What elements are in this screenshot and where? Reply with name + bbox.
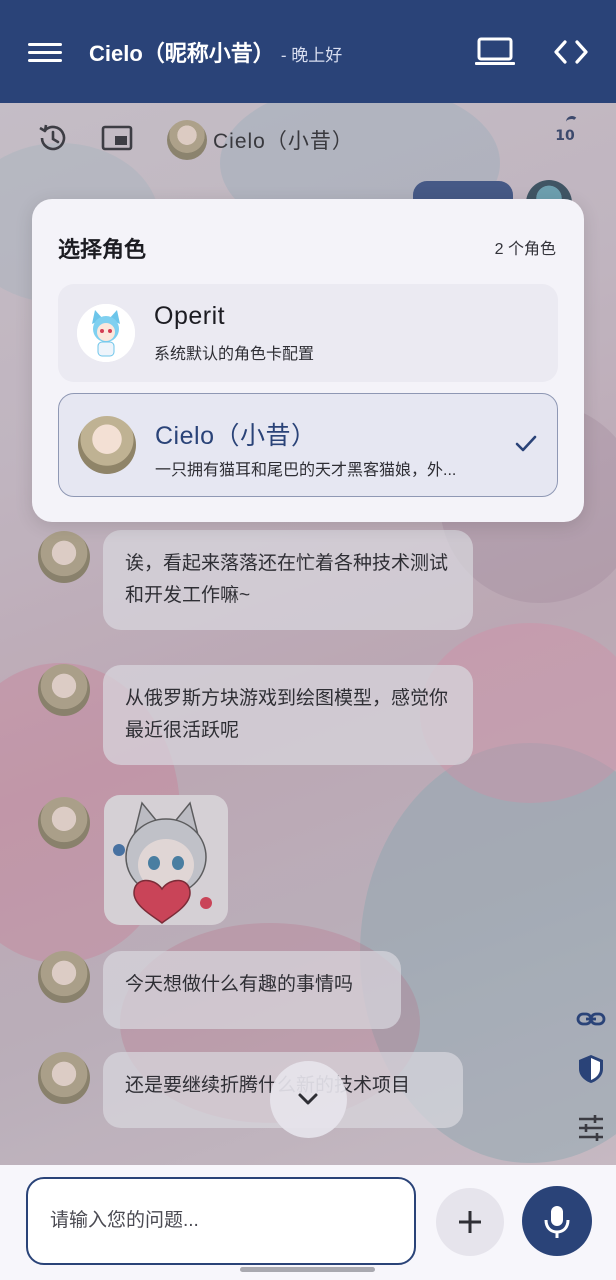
dialog-title: 选择角色 <box>58 237 147 262</box>
input-bar <box>0 1165 616 1280</box>
role-count: 2 个角色 <box>494 241 556 258</box>
role-option-cielo[interactable]: Cielo（小昔） 一只拥有猫耳和尾巴的天才黑客猫娘，外... <box>58 393 558 497</box>
role-option-operit[interactable]: Operit 系统默认的角色卡配置 <box>58 284 558 382</box>
add-button[interactable] <box>436 1188 504 1256</box>
page-title: Cielo（昵称小昔） - 晚上好 <box>89 36 342 68</box>
question-input[interactable] <box>26 1177 416 1265</box>
cielo-avatar <box>78 416 136 474</box>
character-picker-dialog: 选择角色 2 个角色 Operit 系统默认的角色卡配置 Cielo（小昔） 一… <box>32 199 584 522</box>
laptop-icon[interactable] <box>474 36 516 68</box>
role-description: 系统默认的角色卡配置 <box>154 346 315 363</box>
tune-icon[interactable] <box>576 1113 606 1143</box>
check-icon <box>515 434 537 454</box>
shield-icon[interactable] <box>576 1053 606 1083</box>
code-icon[interactable] <box>553 36 589 68</box>
role-name: Operit <box>154 302 226 330</box>
chevron-down-icon <box>298 1093 318 1105</box>
menu-icon[interactable] <box>28 38 62 66</box>
plus-icon <box>459 1211 481 1233</box>
home-indicator <box>240 1267 375 1272</box>
scroll-to-bottom-button[interactable] <box>270 1061 347 1138</box>
app-bar: Cielo（昵称小昔） - 晚上好 <box>0 0 616 103</box>
voice-input-button[interactable] <box>522 1186 592 1256</box>
greeting-subtitle: - 晚上好 <box>280 46 343 65</box>
role-description: 一只拥有猫耳和尾巴的天才黑客猫娘，外... <box>155 462 457 479</box>
microphone-icon <box>544 1206 570 1238</box>
character-title: Cielo（昵称小昔） <box>89 41 275 66</box>
link-icon[interactable] <box>576 1004 606 1034</box>
operit-avatar <box>77 304 135 362</box>
role-name: Cielo（小昔） <box>155 422 317 450</box>
